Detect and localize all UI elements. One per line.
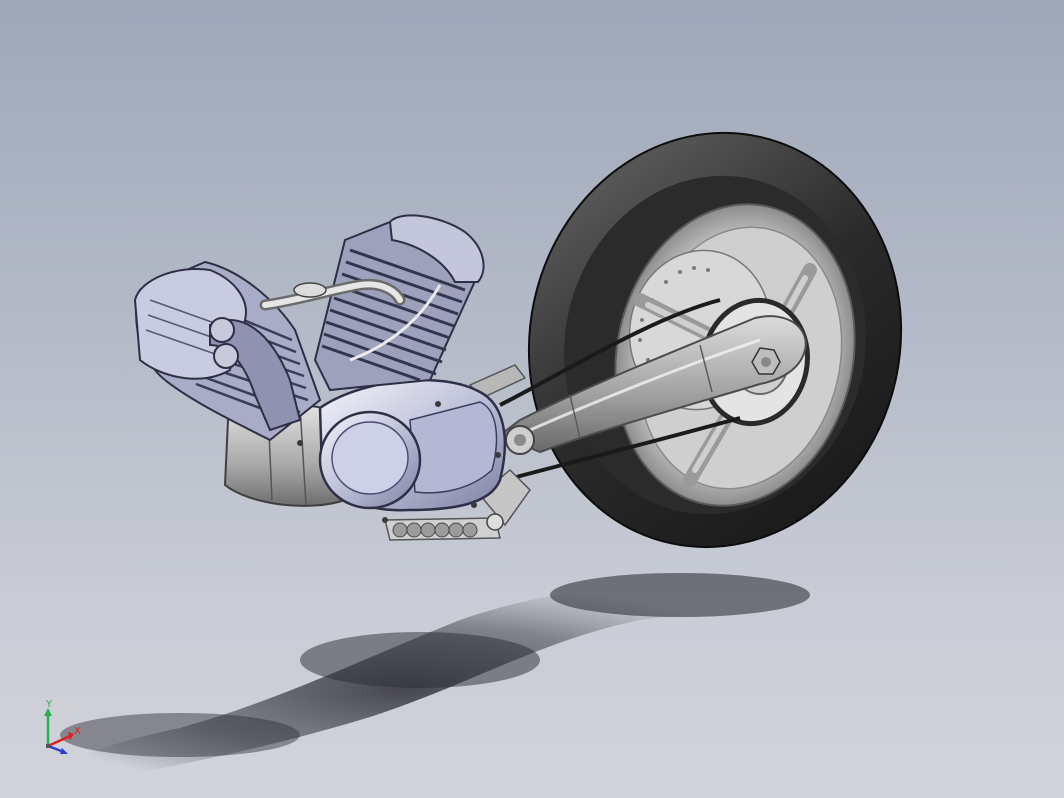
view-orientation-triad[interactable]: Y X — [36, 696, 92, 760]
triad-z-axis — [47, 744, 68, 754]
model-view[interactable] — [0, 0, 1064, 798]
triad-x-label: X — [74, 726, 81, 737]
triad-y-label: Y — [45, 699, 53, 710]
ground-shadow — [0, 573, 810, 798]
triad-y-axis: Y — [44, 699, 53, 746]
graphics-viewport[interactable]: Y X — [0, 0, 1064, 798]
triad-x-axis: X — [47, 726, 81, 748]
front-cylinder[interactable] — [133, 260, 322, 442]
